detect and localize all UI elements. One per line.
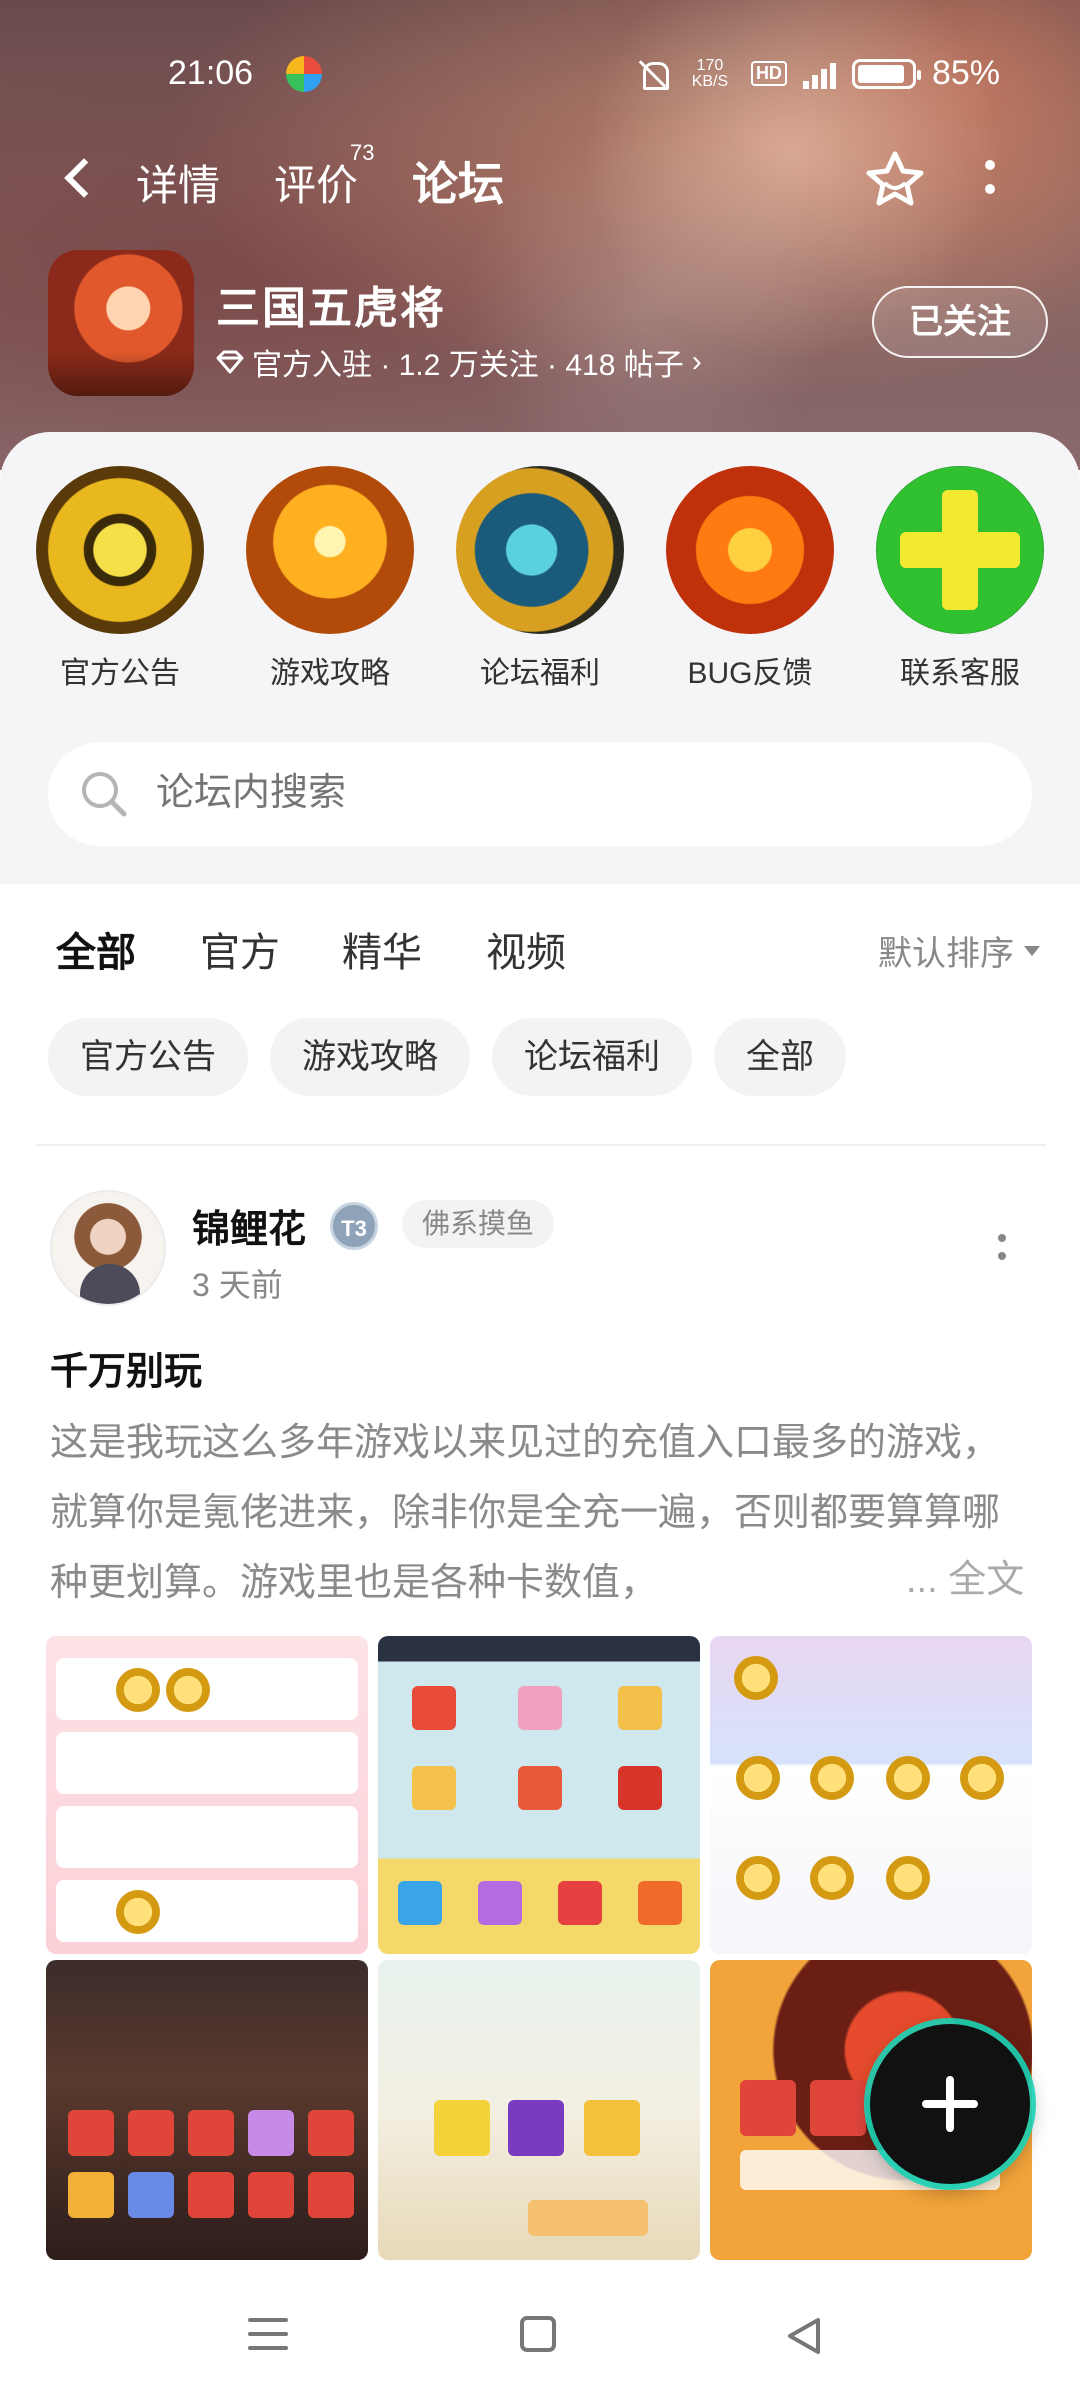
shortcut-official-announcements[interactable]: 官方公告 <box>20 466 220 692</box>
post-body[interactable]: 这是我玩这么多年游戏以来见过的充值入口最多的游戏，就算你是氪佬进来，除非你是全充… <box>50 1408 1034 1618</box>
tab-forum[interactable]: 论坛 <box>408 148 508 218</box>
tab-details[interactable]: 详情 <box>136 152 220 213</box>
plus-icon <box>876 466 1044 634</box>
post-more-icon[interactable] <box>998 1234 1008 1264</box>
chip-all[interactable]: 全部 <box>714 1018 846 1096</box>
tab-all[interactable]: 全部 <box>56 920 136 984</box>
shortcut-label: BUG反馈 <box>687 657 813 690</box>
avatar[interactable] <box>50 1190 166 1306</box>
shortcut-forum-benefits[interactable]: 论坛福利 <box>440 466 640 692</box>
fist-icon <box>246 466 414 634</box>
status-bar: 21:06 170 KB/S HD 85% <box>0 50 1080 100</box>
status-indicators: 170 KB/S HD 85% <box>637 54 1000 93</box>
sort-dropdown[interactable]: 默认排序 <box>878 926 1040 975</box>
post-image[interactable] <box>378 1636 700 1954</box>
level-badge: T3 <box>330 1202 378 1250</box>
eye-icon <box>36 466 204 634</box>
game-info-card: 三国五虎将 官方入驻 · 1.2 万关注 · 418 帖子 › 已关注 <box>48 250 1048 400</box>
tab-videos[interactable]: 视频 <box>486 920 566 978</box>
recent-apps-icon[interactable] <box>248 2318 288 2354</box>
system-navigation-bar <box>0 2276 1080 2400</box>
signal-icon <box>802 59 836 89</box>
shortcut-label: 联系客服 <box>900 657 1020 690</box>
game-title: 三国五虎将 <box>216 284 446 333</box>
back-arrow-icon[interactable] <box>58 158 98 198</box>
battery-icon <box>851 58 921 89</box>
verified-diamond-icon <box>216 350 244 374</box>
tab-official[interactable]: 官方 <box>200 920 280 978</box>
post-image-grid <box>46 1636 1034 2266</box>
sort-label: 默认排序 <box>878 935 1014 973</box>
status-time: 21:06 <box>168 54 254 92</box>
post-image[interactable] <box>46 1636 368 1954</box>
pumpkin-icon <box>666 466 834 634</box>
gift-icon <box>456 466 624 634</box>
shortcut-label: 官方公告 <box>60 657 180 690</box>
post-image[interactable] <box>710 1636 1032 1954</box>
home-icon[interactable] <box>520 2316 556 2352</box>
favorite-star-icon[interactable] <box>862 148 928 214</box>
follow-button[interactable]: 已关注 <box>872 286 1048 358</box>
category-chips: 官方公告 游戏攻略 论坛福利 全部 <box>48 1018 846 1096</box>
forum-panel: 官方公告 游戏攻略 论坛福利 BUG反馈 联系客服 <box>0 432 1080 884</box>
search-input[interactable] <box>156 772 956 815</box>
back-triangle-icon[interactable] <box>784 2316 824 2356</box>
chip-forum-benefits[interactable]: 论坛福利 <box>492 1018 692 1096</box>
shortcut-label: 论坛福利 <box>480 657 600 690</box>
game-app-icon[interactable] <box>48 250 194 396</box>
battery-percent: 85% <box>931 54 1000 92</box>
read-more-link[interactable]: ... 全文 <box>900 1548 1025 1603</box>
top-nav: 详情 评价 73 论坛 <box>0 140 1080 220</box>
chip-game-guides[interactable]: 游戏攻略 <box>270 1018 470 1096</box>
network-speed-value: 170 <box>696 56 724 74</box>
hd-icon: HD <box>750 61 787 86</box>
network-speed: 170 KB/S <box>685 56 735 90</box>
shortcut-bug-feedback[interactable]: BUG反馈 <box>650 466 850 692</box>
tab-featured[interactable]: 精华 <box>342 920 422 978</box>
post-image[interactable] <box>46 1960 368 2260</box>
caret-down-icon <box>1024 945 1040 956</box>
notification-app-icon <box>286 56 322 92</box>
create-post-button[interactable] <box>870 2024 1030 2184</box>
post-image[interactable] <box>378 1960 700 2260</box>
search-icon <box>82 772 127 817</box>
shortcut-game-guides[interactable]: 游戏攻略 <box>230 466 430 692</box>
author-tag: 佛系摸鱼 <box>402 1200 555 1248</box>
author-name[interactable]: 锦鲤花 <box>192 1198 306 1253</box>
reviews-count-badge: 73 <box>350 140 375 165</box>
forum-search-box[interactable] <box>48 742 1032 846</box>
shortcut-label: 游戏攻略 <box>270 657 390 690</box>
post-time: 3 天前 <box>192 1267 283 1303</box>
more-options-icon[interactable] <box>984 160 996 200</box>
mute-icon <box>637 58 669 90</box>
shortcut-contact-support[interactable]: 联系客服 <box>860 466 1060 692</box>
content-filter-tabs: 全部 官方 精华 视频 默认排序 <box>0 920 1080 984</box>
game-meta-link[interactable]: 官方入驻 · 1.2 万关注 · 418 帖子 › <box>216 340 702 384</box>
post-title[interactable]: 千万别玩 <box>50 1340 202 1395</box>
tab-reviews[interactable]: 评价 <box>274 152 358 213</box>
chip-official-announcements[interactable]: 官方公告 <box>48 1018 248 1096</box>
chevron-right-icon: › <box>691 345 702 378</box>
network-speed-unit: KB/S <box>691 72 729 90</box>
shortcut-bar: 官方公告 游戏攻略 论坛福利 BUG反馈 联系客服 <box>0 466 1080 706</box>
game-meta-text: 官方入驻 · 1.2 万关注 · 418 帖子 <box>252 349 684 382</box>
divider <box>36 1144 1046 1146</box>
